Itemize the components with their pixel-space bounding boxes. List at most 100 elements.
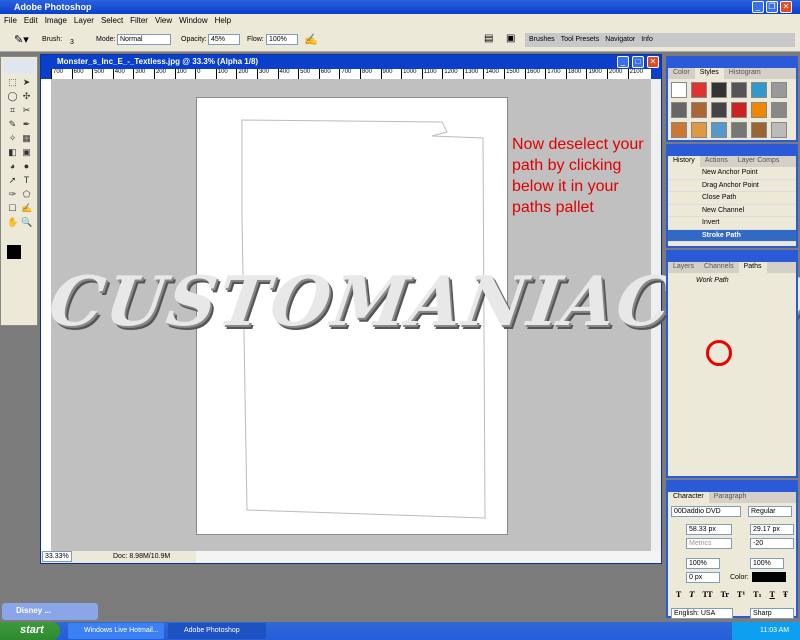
tool-button[interactable]: ✣	[21, 91, 32, 102]
style-swatch[interactable]	[731, 82, 747, 98]
opacity-input[interactable]: 45%	[208, 34, 240, 45]
kerning-select[interactable]: Metrics	[686, 538, 732, 549]
style-swatch[interactable]	[691, 122, 707, 138]
font-style-select[interactable]: Regular	[748, 506, 792, 517]
style-swatch[interactable]	[731, 102, 747, 118]
minimize-button[interactable]: _	[752, 1, 764, 13]
faux-bold-button[interactable]: T	[676, 590, 681, 599]
style-swatch[interactable]	[771, 122, 787, 138]
tool-button[interactable]: ◧	[7, 147, 18, 158]
tool-button[interactable]: T	[21, 175, 32, 186]
zoom-field[interactable]: 33.33%	[42, 551, 72, 562]
restore-button[interactable]: ❐	[766, 1, 778, 13]
style-swatch[interactable]	[691, 102, 707, 118]
tab-brushes[interactable]: Brushes	[529, 36, 555, 44]
doc-maximize-button[interactable]: □	[632, 56, 644, 68]
tool-button[interactable]: ➤	[21, 77, 32, 88]
tool-button[interactable]: ⬠	[21, 189, 32, 200]
font-size-select[interactable]: 58.33 px	[686, 524, 732, 535]
flow-input[interactable]: 100%	[266, 34, 298, 45]
tool-button[interactable]: ✒	[21, 119, 32, 130]
foreground-color[interactable]	[7, 245, 21, 259]
taskbar-photoshop[interactable]: Adobe Photoshop	[168, 623, 266, 639]
menu-window[interactable]: Window	[179, 16, 207, 26]
start-button[interactable]: start	[0, 622, 60, 640]
tab-history[interactable]: History	[668, 156, 700, 167]
style-swatch[interactable]	[771, 102, 787, 118]
menu-select[interactable]: Select	[101, 16, 123, 26]
underline-button[interactable]: T	[770, 590, 775, 599]
history-item-selected[interactable]: Stroke Path	[668, 229, 796, 242]
style-swatch[interactable]	[751, 82, 767, 98]
faux-italic-button[interactable]: T	[689, 590, 694, 599]
baseline-shift-input[interactable]: 0 px	[686, 572, 720, 583]
airbrush-icon[interactable]: ✍	[304, 33, 318, 46]
tool-button[interactable]: ✍	[21, 203, 32, 214]
subscript-button[interactable]: T₁	[753, 590, 761, 599]
all-caps-button[interactable]: TT	[702, 590, 712, 599]
history-item[interactable]: Drag Anchor Point	[668, 180, 796, 192]
doc-size[interactable]: Doc: 8.98M/10.9M	[113, 553, 170, 560]
path-item-work-path[interactable]: Work Path	[668, 273, 796, 291]
menu-layer[interactable]: Layer	[74, 16, 94, 26]
history-item[interactable]: Invert	[668, 217, 796, 230]
menu-filter[interactable]: Filter	[130, 16, 148, 26]
tab-styles[interactable]: Styles	[694, 68, 724, 79]
small-caps-button[interactable]: Tr	[721, 590, 729, 599]
tab-channels[interactable]: Channels	[699, 262, 739, 273]
tool-button[interactable]: ●	[21, 161, 32, 172]
tool-button[interactable]: ⌗	[7, 105, 18, 116]
style-swatch[interactable]	[671, 102, 687, 118]
tool-button[interactable]: ▣	[21, 147, 32, 158]
tab-navigator[interactable]: Navigator	[605, 36, 635, 44]
style-swatch[interactable]	[671, 82, 687, 98]
tab-character[interactable]: Character	[668, 492, 709, 503]
minimized-window-disney[interactable]: Disney ...	[2, 603, 98, 620]
tool-button[interactable]: ✎	[7, 119, 18, 130]
tool-button[interactable]: ☐	[7, 203, 18, 214]
strikethrough-button[interactable]: Ŧ	[783, 590, 788, 599]
tool-button[interactable]: ◕	[7, 161, 18, 172]
style-swatch[interactable]	[731, 122, 747, 138]
vertical-scale-input[interactable]: 100%	[686, 558, 720, 569]
menu-image[interactable]: Image	[45, 16, 67, 26]
palette-icon[interactable]: ▤	[484, 33, 493, 44]
tab-tool-presets[interactable]: Tool Presets	[561, 36, 600, 44]
tool-button[interactable]: ✋	[7, 217, 18, 228]
language-select[interactable]: English: USA	[671, 608, 733, 619]
style-swatch[interactable]	[671, 122, 687, 138]
tool-button[interactable]: ▦	[21, 133, 32, 144]
style-swatch[interactable]	[771, 82, 787, 98]
style-swatch[interactable]	[711, 82, 727, 98]
font-family-select[interactable]: 00Daddio DVD	[671, 506, 741, 517]
tool-button[interactable]: ✑	[7, 189, 18, 200]
style-swatch[interactable]	[711, 122, 727, 138]
doc-close-button[interactable]: ✕	[647, 56, 659, 68]
style-swatch[interactable]	[751, 102, 767, 118]
tool-button[interactable]: ✧	[7, 133, 18, 144]
tab-actions[interactable]: Actions	[700, 156, 733, 167]
leading-select[interactable]: 29.17 px	[750, 524, 794, 535]
history-item[interactable]: New Anchor Point	[668, 167, 796, 180]
brush-size-picker[interactable]: 3	[70, 39, 74, 46]
history-item[interactable]: New Channel	[668, 205, 796, 217]
tool-button[interactable]: ➚	[7, 175, 18, 186]
tab-layers[interactable]: Layers	[668, 262, 699, 273]
horizontal-scale-input[interactable]: 100%	[750, 558, 784, 569]
tool-button[interactable]: ✂	[21, 105, 32, 116]
style-swatch[interactable]	[691, 82, 707, 98]
style-swatch[interactable]	[711, 102, 727, 118]
text-color-swatch[interactable]	[752, 572, 786, 582]
tab-info[interactable]: Info	[641, 36, 653, 44]
tool-button[interactable]: ◯	[7, 91, 18, 102]
style-swatch[interactable]	[751, 122, 767, 138]
history-item[interactable]: Close Path	[668, 192, 796, 205]
brush-tool-icon[interactable]: ✎▾	[14, 33, 29, 46]
tab-layer-comps[interactable]: Layer Comps	[733, 156, 785, 167]
taskbar-hotmail[interactable]: Windows Live Hotmail...	[68, 623, 164, 639]
tab-paths[interactable]: Paths	[738, 262, 767, 273]
tab-histogram[interactable]: Histogram	[724, 68, 766, 79]
superscript-button[interactable]: T¹	[737, 590, 745, 599]
tracking-select[interactable]: -20	[750, 538, 794, 549]
tab-paragraph[interactable]: Paragraph	[709, 492, 752, 503]
